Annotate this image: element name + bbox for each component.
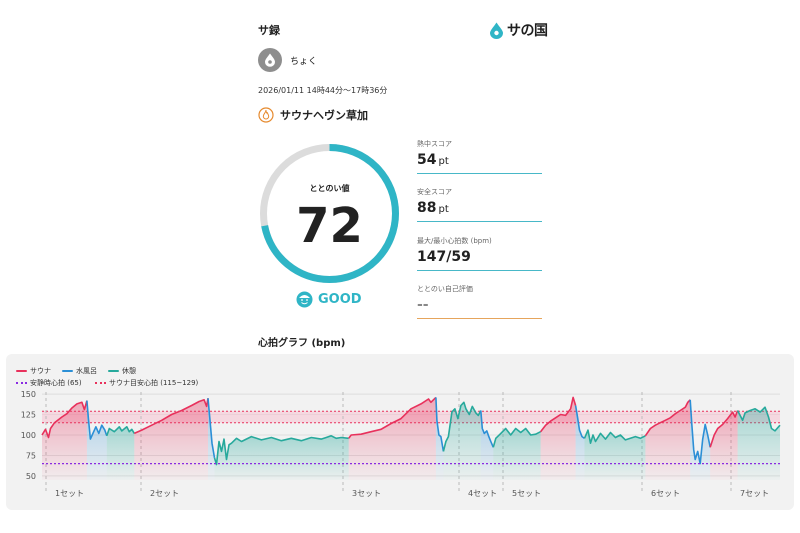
rating-badge: GOOD: [296, 291, 362, 308]
metric-divider: [417, 221, 542, 222]
avatar[interactable]: [258, 48, 282, 72]
facility[interactable]: サウナヘヴン草加: [258, 107, 368, 123]
user-profile[interactable]: ちょく: [258, 48, 317, 72]
facility-name[interactable]: サウナヘヴン草加: [280, 107, 368, 123]
metric-label: 熱中スコア: [417, 140, 452, 148]
sauna-area: [134, 398, 208, 480]
metric-divider: [417, 318, 542, 319]
user-name[interactable]: ちょく: [290, 54, 317, 67]
smiling-face-icon: [296, 291, 313, 308]
app-title: サ録: [258, 24, 280, 37]
rest-area: [493, 428, 541, 480]
chart-title: 心拍グラフ (bpm): [258, 338, 346, 349]
metric-unit: pt: [438, 204, 449, 215]
set-label: 7セット: [740, 489, 769, 498]
rest-area: [106, 426, 135, 480]
set-label: 3セット: [352, 489, 381, 498]
metric-value: --: [417, 297, 429, 313]
metric-self-evaluation[interactable]: ととのい自己評価 --: [417, 284, 542, 319]
metric-heart-rate-range: 最大/最小心拍数 (bpm) 147/59: [417, 236, 542, 271]
set-label: 5セット: [512, 489, 541, 498]
rating-text: GOOD: [318, 292, 362, 307]
y-tick-label: 125: [21, 411, 36, 420]
metric-divider: [417, 270, 542, 271]
metric-unit: pt: [438, 156, 449, 167]
metric-label: ととのい自己評価: [417, 285, 473, 293]
sauna-area: [348, 397, 436, 480]
metric-focus-score: 熱中スコア 54 pt: [417, 139, 542, 174]
rest-area: [214, 435, 349, 480]
water-drop-icon: [265, 53, 275, 67]
brand-logo: サの国: [489, 20, 548, 40]
y-tick-label: 150: [21, 390, 36, 399]
metric-value: 88: [417, 200, 437, 216]
y-tick-label: 100: [21, 431, 36, 440]
set-label: 1セット: [55, 489, 84, 498]
metric-label: 安全スコア: [417, 188, 452, 196]
brand-text: サの国: [507, 23, 548, 39]
session-datetime: 2026/01/11 14時44分〜17時36分: [258, 86, 388, 95]
flame-badge-icon: [258, 107, 274, 123]
metric-label: 最大/最小心拍数 (bpm): [417, 237, 492, 245]
set-label: 2セット: [150, 489, 179, 498]
metric-safety-score: 安全スコア 88 pt: [417, 187, 542, 222]
y-tick-label: 50: [26, 472, 36, 481]
score-label: ととのい値: [309, 184, 350, 193]
heart-rate-chart: 150 125 100 75 50 1セット 2セット 3セット 4セット 5セット 6セット 7セッ…: [21, 390, 781, 498]
heart-rate-chart-card: サウナ 水風呂 休憩 安静時心拍 (65) サウナ目安心拍 (115~129) …: [6, 354, 794, 510]
set-label: 4セット: [468, 489, 497, 498]
metric-value: 54: [417, 152, 437, 168]
metric-value: 147/59: [417, 249, 471, 265]
set-label: 6セット: [651, 489, 680, 498]
metric-divider: [417, 173, 542, 174]
y-tick-label: 75: [26, 451, 36, 460]
score-value: 72: [296, 198, 363, 254]
water-drop-icon: [490, 22, 503, 39]
